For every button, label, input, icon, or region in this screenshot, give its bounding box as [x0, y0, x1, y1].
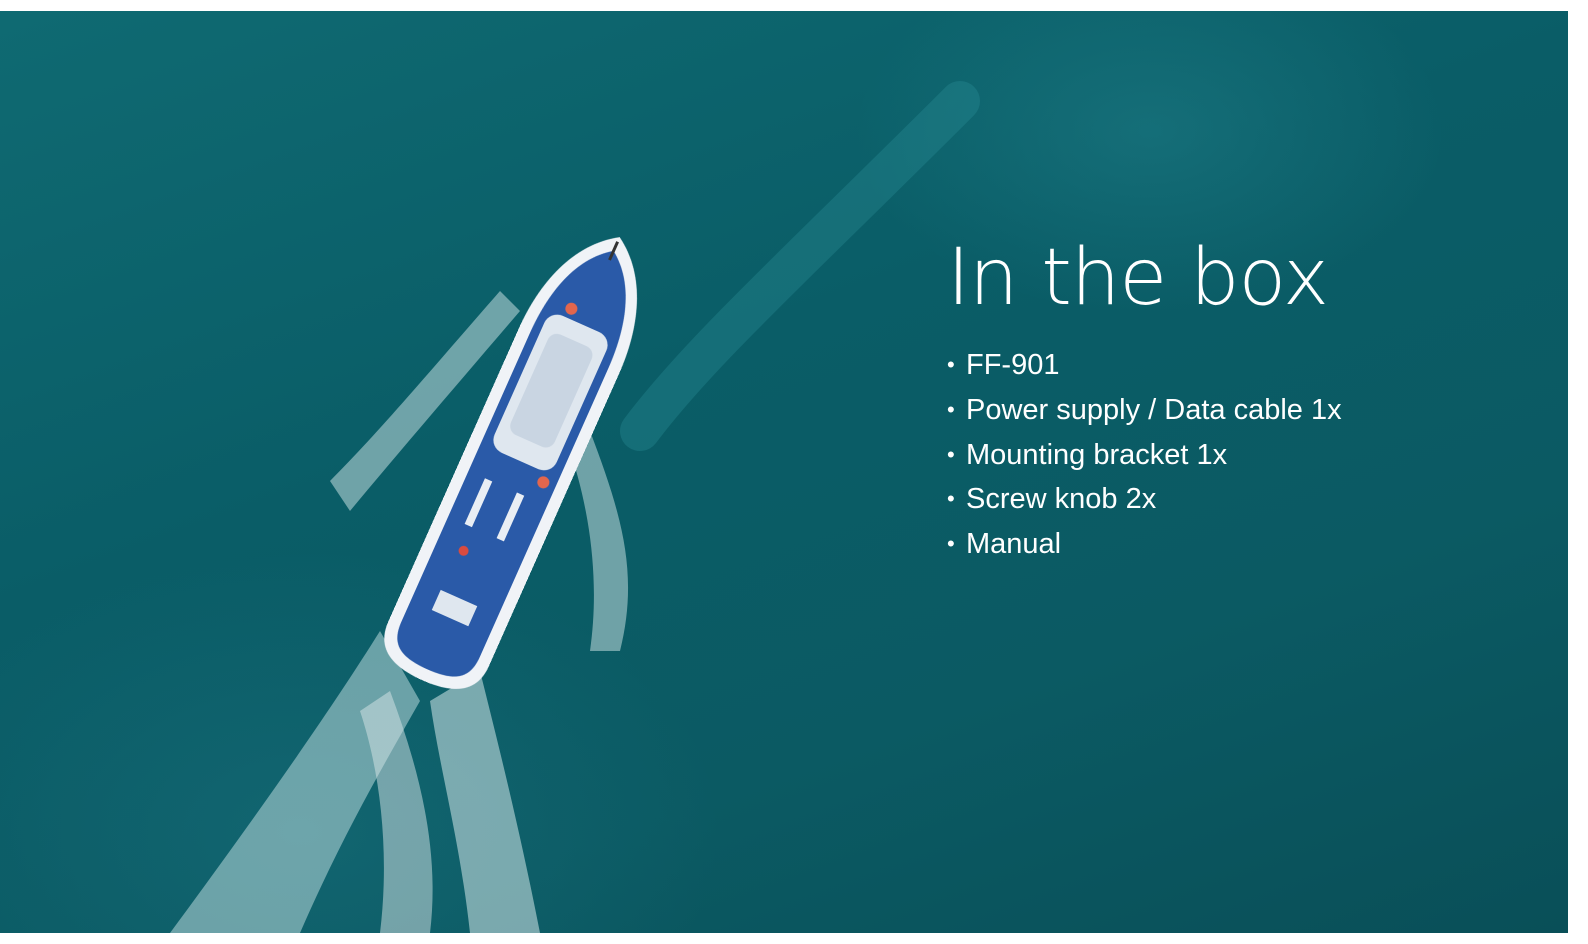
bullet-icon: • [947, 396, 955, 422]
item-label: Screw knob 2x [966, 483, 1157, 516]
section-title: In the box [947, 233, 1329, 323]
boat [384, 237, 637, 689]
bullet-icon: • [947, 486, 955, 512]
list-item: • FF-901 [947, 343, 1342, 388]
distant-wake-trail [620, 81, 980, 451]
bullet-icon: • [947, 531, 955, 557]
list-item: • Mounting bracket 1x [947, 433, 1342, 478]
bullet-icon: • [947, 352, 955, 377]
item-label: Manual [966, 528, 1062, 561]
list-item: • Screw knob 2x [947, 477, 1342, 522]
item-label: FF-901 [966, 349, 1060, 381]
in-the-box-panel: In the box • FF-901 • Power supply / Data … [947, 239, 1342, 567]
item-label: Mounting bracket 1x [966, 438, 1228, 471]
list-item: • Power supply / Data cable 1x [947, 388, 1342, 433]
bullet-icon: • [947, 441, 955, 467]
hero-section: In the box • FF-901 • Power supply / Data … [0, 11, 1568, 933]
item-label: Power supply / Data cable 1x [966, 393, 1342, 426]
list-item: • Manual [947, 522, 1342, 567]
box-contents-list: • FF-901 • Power supply / Data cable 1x • M… [947, 343, 1342, 567]
